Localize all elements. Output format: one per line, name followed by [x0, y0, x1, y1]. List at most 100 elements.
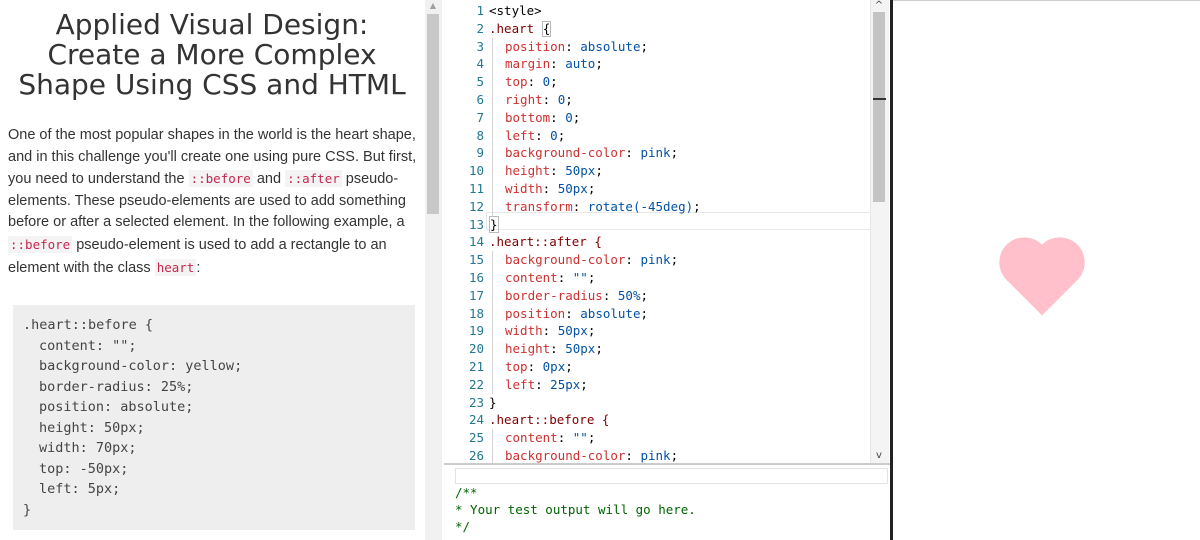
inline-code: ::before	[8, 235, 73, 253]
code-text: transform: rotate(-45deg);	[505, 198, 701, 214]
code-text: .heart::before {	[489, 412, 610, 428]
line-number: 4	[476, 56, 484, 72]
line-number: 15	[468, 252, 484, 268]
indent-guide	[492, 55, 493, 74]
editor-line[interactable]: 14 .heart::after {	[444, 233, 884, 251]
indent-guide	[492, 73, 493, 92]
css-property: position	[505, 305, 566, 321]
inline-code: ::after	[285, 170, 342, 188]
inline-code: ::before	[188, 170, 253, 188]
line-number: 21	[468, 359, 484, 374]
code-text: content: "";	[505, 270, 596, 285]
example-code-line: content: "";	[39, 337, 137, 354]
css-value: pink	[640, 448, 671, 463]
inline-code: heart	[154, 258, 197, 276]
indent-guide	[492, 126, 493, 145]
css-property: top	[505, 74, 528, 90]
css-value: rotate(-45deg)	[587, 198, 694, 214]
editor-line[interactable]: 5 top: 0;	[444, 73, 884, 92]
instructions-scroll-thumb[interactable]	[427, 14, 439, 214]
line-number: 23	[468, 394, 484, 410]
editor-scroll-thumb[interactable]	[873, 12, 885, 202]
css-property: border-radius	[505, 287, 603, 303]
chevron-up-icon[interactable]: ^	[872, 0, 886, 12]
editor-line[interactable]: 15 background-color: pink;	[444, 251, 884, 270]
css-property: bottom	[505, 109, 551, 125]
challenge-description: One of the most popular shapes in the wo…	[8, 125, 420, 279]
line-number: 19	[468, 323, 484, 339]
code-text: margin: auto;	[505, 56, 603, 72]
css-property: content	[505, 270, 558, 285]
css-property: width	[505, 181, 543, 196]
chevron-down-icon[interactable]: v	[872, 450, 886, 462]
indent-guide	[492, 447, 493, 463]
code-text: position: absolute;	[505, 305, 649, 321]
editor-line[interactable]: 7 bottom: 0;	[444, 108, 884, 127]
css-value: 0	[565, 109, 573, 125]
line-number: 16	[468, 270, 484, 285]
code-text: }	[489, 215, 499, 234]
editor-line[interactable]: 4 margin: auto;	[444, 55, 884, 74]
indent-guide	[492, 144, 493, 163]
editor-line[interactable]: 12 transform: rotate(-45deg);	[444, 197, 884, 216]
editor-line[interactable]: 1 <style>	[444, 2, 884, 20]
line-number: 9	[476, 145, 484, 161]
editor-line[interactable]: 25 content: "";	[444, 429, 884, 448]
code-editor[interactable]: 1 <style> 2 .heart {3 position: absolute; 4 ma…	[444, 0, 890, 463]
pane-divider[interactable]	[444, 463, 890, 465]
editor-line[interactable]: 19 width: 50px;	[444, 322, 884, 341]
indent-guide	[492, 180, 493, 198]
css-property: right	[505, 92, 543, 107]
line-number: 18	[468, 305, 484, 321]
editor-line[interactable]: 20 height: 50px;	[444, 340, 884, 359]
css-value: pink	[640, 252, 671, 268]
editor-line[interactable]: 9 background-color: pink;	[444, 144, 884, 163]
css-value: 0	[542, 74, 551, 90]
editor-line[interactable]: 3 position: absolute;	[444, 37, 884, 56]
editor-line[interactable]: 18 position: absolute;	[444, 304, 884, 323]
code-text: bottom: 0;	[505, 109, 581, 125]
editor-line[interactable]: 11 width: 50px;	[444, 180, 884, 198]
editor-line[interactable]: 10 height: 50px;	[444, 162, 884, 181]
css-property: width	[505, 323, 543, 339]
editor-line[interactable]: 17 border-radius: 50%;	[444, 286, 884, 305]
css-value: 0	[550, 127, 558, 143]
code-text: background-color: pink;	[505, 448, 679, 463]
example-code-line: border-radius: 25%;	[39, 378, 194, 395]
indent-guide	[492, 108, 493, 127]
css-property: transform	[505, 198, 573, 214]
css-property: background-color	[505, 252, 626, 268]
code-text: }	[489, 394, 497, 410]
code-text: width: 50px;	[505, 323, 596, 339]
editor-line[interactable]: 24 .heart::before {	[444, 411, 884, 429]
code-text: left: 25px;	[505, 376, 588, 392]
css-property: top	[505, 359, 528, 374]
editor-line[interactable]: 8 left: 0;	[444, 126, 884, 145]
code-text: position: absolute;	[505, 38, 649, 54]
line-number: 14	[468, 234, 484, 250]
editor-line[interactable]: 26 background-color: pink;	[444, 447, 884, 463]
code-text: .heart {	[489, 20, 552, 37]
code-text: <style>	[489, 3, 542, 18]
editor-line[interactable]: 2 .heart {	[444, 20, 884, 38]
editor-line[interactable]: 21 top: 0px;	[444, 358, 884, 376]
editor-line[interactable]: 16 content: "";	[444, 269, 884, 287]
css-value: ""	[572, 430, 588, 446]
line-number: 17	[468, 287, 484, 303]
editor-line[interactable]: 22 left: 25px;	[444, 375, 884, 394]
line-number: 2	[476, 20, 484, 36]
editor-line[interactable]: 23}	[444, 394, 884, 412]
editor-line[interactable]: 6 right: 0;	[444, 91, 884, 109]
example-code-block: .heart::before {content: ""; background-c…	[13, 305, 415, 530]
editor-cursor-marker	[873, 98, 886, 100]
example-code-line: left: 5px;	[39, 481, 121, 497]
css-property: left	[505, 127, 536, 143]
code-text: content: "";	[505, 430, 596, 446]
line-number: 26	[468, 448, 484, 463]
editor-line[interactable]: 13}	[444, 215, 884, 234]
example-code-line: height: 50px;	[39, 419, 145, 436]
example-code-line: width: 70px;	[39, 440, 137, 456]
indent-guide	[492, 340, 493, 359]
scroll-up-arrow-icon[interactable]: ▲	[427, 0, 439, 12]
indent-guide	[492, 37, 493, 56]
